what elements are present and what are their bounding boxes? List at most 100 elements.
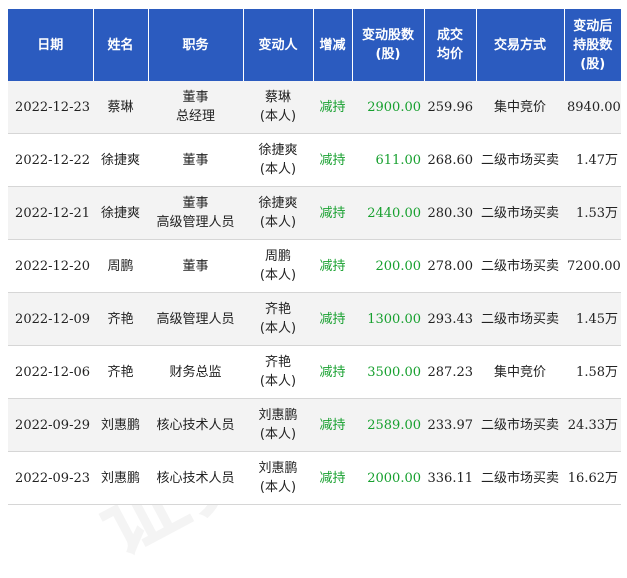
cell-changer-line: (本人)	[259, 268, 297, 283]
table-body: 2022-12-23 蔡琳 董事 总经理 蔡琳 (本人) 减持 2900.00 259.96 集中…	[8, 81, 621, 505]
cell-date: 2022-09-29	[8, 398, 93, 452]
cell-method: 二级市场买卖	[476, 292, 564, 346]
header-name-label: 姓名	[107, 37, 134, 53]
cell-changer: 刘惠鹏 (本人)	[243, 398, 313, 452]
header-row: 日期 姓名 职务 变动人 增减 变动股数 (股) 成交 均价 交易方式 变动后持股数 (股)	[8, 9, 621, 81]
cell-changer: 刘惠鹏 (本人)	[243, 451, 313, 505]
cell-name: 徐捷爽	[93, 186, 148, 240]
header-date-label: 日期	[37, 37, 64, 53]
cell-changer: 齐艳 (本人)	[243, 345, 313, 399]
cell-after: 1.47万	[564, 133, 621, 187]
cell-method: 集中竞价	[476, 345, 564, 399]
cell-shares: 2589.00	[352, 398, 424, 452]
cell-after: 16.62万	[564, 451, 621, 505]
cell-price: 280.30	[424, 186, 476, 240]
cell-date: 2022-12-23	[8, 81, 93, 134]
header-position: 职务	[148, 9, 244, 81]
cell-position-line: 财务总监	[169, 364, 222, 380]
cell-position-line: 董事	[182, 152, 209, 168]
cell-name: 刘惠鹏	[93, 398, 148, 452]
cell-position: 高级管理人员	[148, 292, 243, 346]
cell-date: 2022-12-09	[8, 292, 93, 346]
cell-changer-line: 周鹏	[264, 249, 291, 264]
header-price: 成交 均价	[424, 9, 477, 81]
header-changer: 变动人	[243, 9, 314, 81]
header-after-label: (股)	[580, 56, 606, 72]
cell-price: 293.43	[424, 292, 476, 346]
cell-after: 1.53万	[564, 186, 621, 240]
cell-position-line: 高级管理人员	[156, 311, 235, 327]
cell-changer-line: (本人)	[259, 215, 297, 230]
cell-changer-line: 徐捷爽	[258, 143, 298, 158]
cell-shares: 2900.00	[352, 81, 424, 134]
table-row: 2022-12-21 徐捷爽 董事 高级管理人员 徐捷爽 (本人) 减持 2440.00 280…	[8, 186, 621, 240]
cell-position: 董事	[148, 133, 243, 187]
cell-position-line: 核心技术人员	[156, 417, 235, 433]
cell-position-line: 核心技术人员	[156, 470, 235, 486]
cell-change: 减持	[313, 239, 352, 293]
cell-price: 287.23	[424, 345, 476, 399]
cell-position: 董事 高级管理人员	[148, 186, 243, 240]
header-method: 交易方式	[476, 9, 565, 81]
cell-changer-line: (本人)	[259, 374, 297, 389]
cell-changer-line: (本人)	[259, 427, 297, 442]
cell-changer-line: 徐捷爽	[258, 196, 298, 211]
cell-method: 二级市场买卖	[476, 239, 564, 293]
cell-date: 2022-09-23	[8, 451, 93, 505]
cell-date: 2022-12-21	[8, 186, 93, 240]
cell-price: 268.60	[424, 133, 476, 187]
cell-price: 336.11	[424, 451, 476, 505]
cell-price: 233.97	[424, 398, 476, 452]
cell-name: 蔡琳	[93, 81, 148, 134]
cell-change: 减持	[313, 186, 352, 240]
cell-name: 徐捷爽	[93, 133, 148, 187]
cell-name: 齐艳	[93, 292, 148, 346]
cell-method: 二级市场买卖	[476, 398, 564, 452]
cell-position: 董事	[148, 239, 243, 293]
cell-position: 财务总监	[148, 345, 243, 399]
header-after-label: 持股数	[573, 37, 613, 53]
cell-changer-line: (本人)	[259, 321, 297, 336]
cell-changer: 周鹏 (本人)	[243, 239, 313, 293]
header-price-label: 均价	[436, 47, 463, 62]
table-row: 2022-12-06 齐艳 财务总监 齐艳 (本人) 减持 3500.00 287.23 集中竞…	[8, 345, 621, 399]
cell-change: 减持	[313, 345, 352, 399]
cell-date: 2022-12-20	[8, 239, 93, 293]
header-shares: 变动股数 (股)	[352, 9, 425, 81]
cell-changer-line: (本人)	[259, 480, 297, 495]
cell-changer-line: 刘惠鹏	[258, 461, 298, 476]
cell-method: 二级市场买卖	[476, 451, 564, 505]
header-change-label: 增减	[319, 37, 346, 53]
cell-price: 259.96	[424, 81, 476, 134]
cell-changer-line: 刘惠鹏	[258, 408, 298, 423]
header-position-label: 职务	[182, 37, 209, 53]
cell-shares: 611.00	[352, 133, 424, 187]
header-date: 日期	[8, 9, 94, 81]
cell-position: 董事 总经理	[148, 81, 243, 134]
cell-position-line: 高级管理人员	[156, 215, 235, 230]
cell-position-line: 董事	[182, 258, 209, 274]
cell-after: 24.33万	[564, 398, 621, 452]
cell-changer: 徐捷爽 (本人)	[243, 186, 313, 240]
cell-changer-line: 齐艳	[264, 355, 291, 370]
cell-shares: 2000.00	[352, 451, 424, 505]
cell-price: 278.00	[424, 239, 476, 293]
shareholding-change-table: 日期 姓名 职务 变动人 增减 变动股数 (股) 成交 均价 交易方式 变动后持股数 (股) 2022…	[8, 9, 621, 505]
cell-changer-line: (本人)	[259, 109, 297, 124]
cell-after: 1.58万	[564, 345, 621, 399]
header-after-label: 变动后	[573, 18, 613, 34]
cell-shares: 200.00	[352, 239, 424, 293]
header-change: 增减	[313, 9, 353, 81]
cell-change: 减持	[313, 292, 352, 346]
cell-changer: 徐捷爽 (本人)	[243, 133, 313, 187]
cell-changer: 齐艳 (本人)	[243, 292, 313, 346]
cell-change: 减持	[313, 133, 352, 187]
header-shares-label: (股)	[375, 47, 401, 62]
cell-method: 集中竞价	[476, 81, 564, 134]
table-row: 2022-12-22 徐捷爽 董事 徐捷爽 (本人) 减持 611.00 268.60 二级市场…	[8, 133, 621, 187]
cell-shares: 1300.00	[352, 292, 424, 346]
cell-changer-line: 齐艳	[264, 302, 291, 317]
cell-position-line: 董事	[182, 90, 209, 105]
header-name: 姓名	[93, 9, 149, 81]
cell-name: 周鹏	[93, 239, 148, 293]
